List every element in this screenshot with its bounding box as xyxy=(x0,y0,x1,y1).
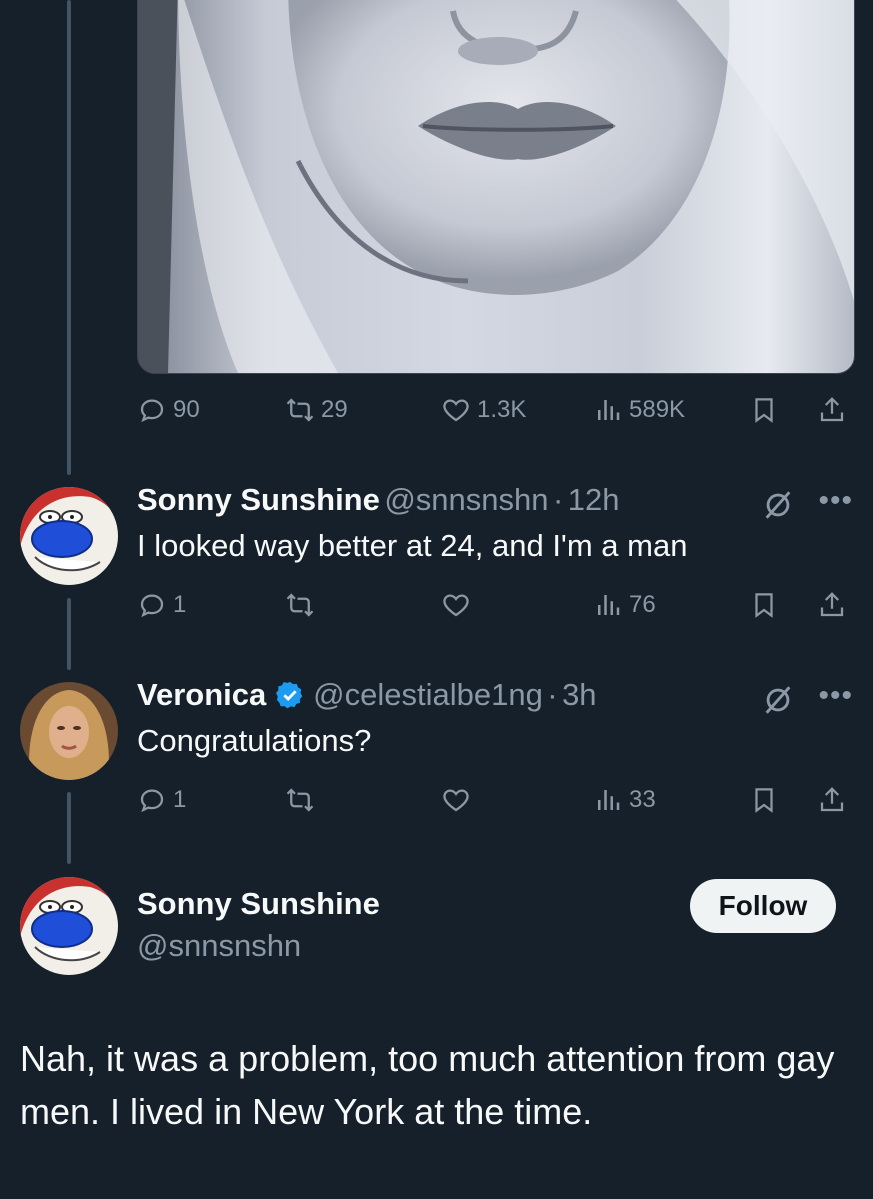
reply-icon xyxy=(140,399,164,423)
more-icon[interactable]: ••• xyxy=(818,679,853,713)
follow-button[interactable]: Follow xyxy=(690,879,836,933)
like-button[interactable]: 1.3K xyxy=(441,392,526,428)
reply-text: I looked way better at 24, and I'm a man xyxy=(137,528,688,563)
bookmark-icon xyxy=(755,398,773,423)
reply-count: 1 xyxy=(173,591,187,618)
views-icon xyxy=(598,400,620,420)
repost-button[interactable] xyxy=(285,587,315,623)
heart-icon xyxy=(443,399,469,422)
views-icon xyxy=(598,790,620,810)
display-name[interactable]: Sonny Sunshine xyxy=(137,482,380,517)
separator-dot: · xyxy=(552,482,564,517)
views-icon xyxy=(598,595,620,615)
reply-text: Congratulations? xyxy=(137,723,372,758)
avatar[interactable] xyxy=(20,682,118,780)
repost-icon xyxy=(286,398,314,422)
user-handle[interactable]: @snnsnshn xyxy=(384,482,548,517)
thread-line-reply-1 xyxy=(67,598,71,670)
reply-1-actions: 1 76 xyxy=(137,587,853,623)
views-count: 76 xyxy=(629,591,656,618)
user-handle[interactable]: @snnsnshn xyxy=(137,928,853,964)
repost-button[interactable] xyxy=(285,782,315,818)
timestamp[interactable]: 3h xyxy=(562,677,596,712)
reply-button[interactable]: 1 xyxy=(137,587,186,623)
repost-button[interactable]: 29 xyxy=(285,392,348,428)
repost-icon xyxy=(286,788,314,812)
reply-button[interactable]: 1 xyxy=(137,782,186,818)
like-count: 1.3K xyxy=(477,396,527,423)
grok-icon[interactable] xyxy=(761,683,795,717)
reply-icon xyxy=(140,789,164,813)
reply-2-actions: 1 33 xyxy=(137,782,853,818)
display-name[interactable]: Veronica xyxy=(137,677,266,712)
bookmark-button[interactable] xyxy=(749,782,779,818)
like-button[interactable] xyxy=(441,782,471,818)
bookmark-button[interactable] xyxy=(749,392,779,428)
separator-dot: · xyxy=(547,677,558,712)
avatar[interactable] xyxy=(20,487,118,585)
share-icon xyxy=(820,397,844,422)
cartoon-character-avatar xyxy=(20,487,118,585)
thread-line-reply-2 xyxy=(67,792,71,864)
bookmark-icon xyxy=(755,788,773,813)
reply-button[interactable]: 90 xyxy=(137,392,200,428)
cartoon-character-avatar xyxy=(20,877,118,975)
heart-icon xyxy=(443,789,469,812)
share-icon xyxy=(820,592,844,617)
post-image[interactable] xyxy=(137,0,855,374)
repost-count: 29 xyxy=(321,396,348,423)
reply-count: 1 xyxy=(173,786,187,813)
verified-badge-icon xyxy=(275,681,302,709)
views-count: 33 xyxy=(629,786,656,813)
timestamp[interactable]: 12h xyxy=(568,482,620,517)
portrait-photo xyxy=(138,0,854,373)
share-button[interactable] xyxy=(817,392,847,428)
post-text: Nah, it was a problem, too much attentio… xyxy=(20,1038,835,1132)
like-button[interactable] xyxy=(441,587,471,623)
reply-icon xyxy=(140,594,164,618)
views-count: 589K xyxy=(629,396,686,423)
repost-icon xyxy=(286,593,314,617)
portrait-photo-avatar xyxy=(20,682,118,780)
avatar[interactable] xyxy=(20,877,118,975)
views-button[interactable]: 33 xyxy=(593,782,656,818)
heart-icon xyxy=(443,594,469,617)
share-icon xyxy=(820,787,844,812)
top-post-actions: 90 29 1.3K 589K xyxy=(137,392,853,428)
bookmark-button[interactable] xyxy=(749,587,779,623)
views-button[interactable]: 589K xyxy=(593,392,685,428)
more-icon[interactable]: ••• xyxy=(818,484,853,518)
views-button[interactable]: 76 xyxy=(593,587,656,623)
reply-1-header: Sonny Sunshine @snnsnshn · 12h xyxy=(137,482,853,522)
reply-count: 90 xyxy=(173,396,200,423)
bookmark-icon xyxy=(755,593,773,618)
share-button[interactable] xyxy=(817,782,847,818)
reply-2-header: Veronica @celestialbe1ng · 3h xyxy=(137,677,853,717)
share-button[interactable] xyxy=(817,587,847,623)
thread-line-top xyxy=(67,0,71,475)
grok-icon[interactable] xyxy=(761,488,795,522)
user-handle[interactable]: @celestialbe1ng xyxy=(313,677,543,712)
